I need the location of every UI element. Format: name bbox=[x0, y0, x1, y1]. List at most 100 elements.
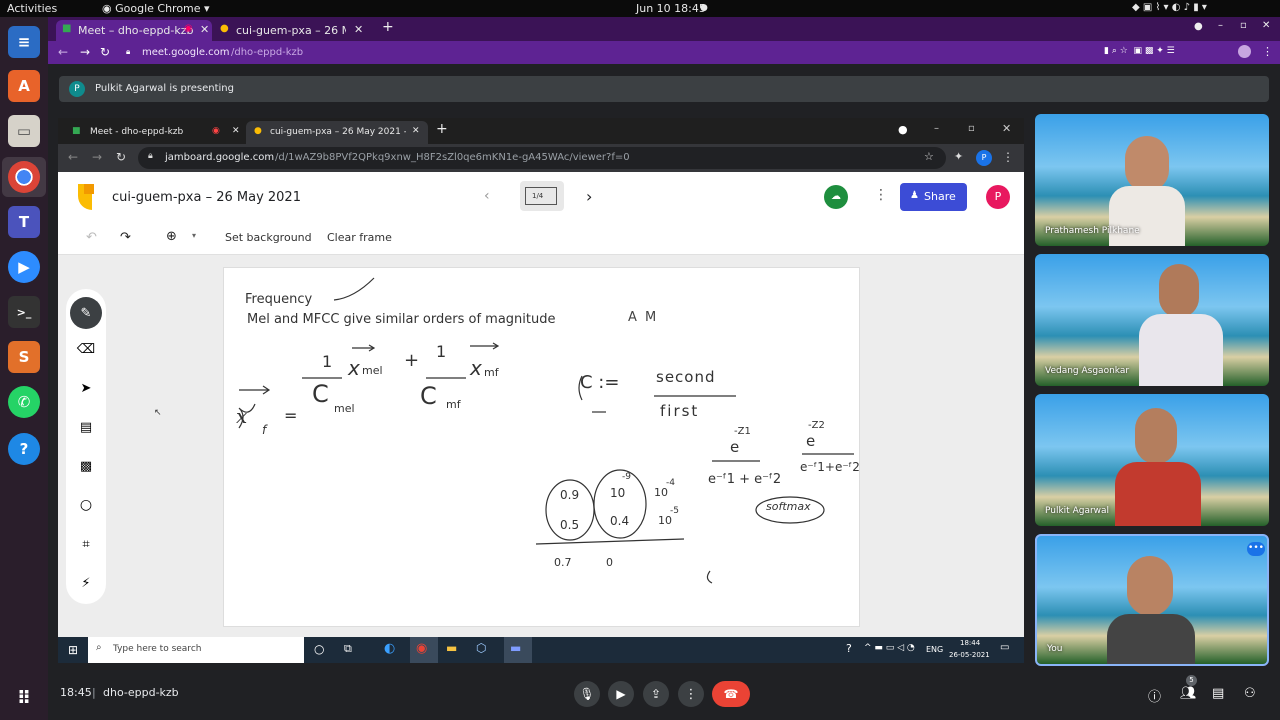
tab-search-icon[interactable]: ● bbox=[1194, 21, 1203, 32]
terminal-icon[interactable]: >_ bbox=[8, 296, 40, 328]
app-menu[interactable]: ◉ Google Chrome ▾ bbox=[102, 2, 210, 15]
jamboard-header: cui-guem-pxa – 26 May 2021 ‹ 1/4 › ☁ ⋮ ♟… bbox=[58, 172, 1024, 222]
col2-bottom: 0.4 bbox=[610, 514, 630, 528]
reload-icon[interactable]: ↻ bbox=[100, 45, 110, 59]
col2-top: 10 bbox=[610, 486, 626, 500]
e-z2-exp: -Z2 bbox=[808, 420, 825, 431]
back-icon: ← bbox=[68, 150, 79, 164]
taskbar-date: 26-05-2021 bbox=[949, 651, 990, 659]
frame-counter: 1/4 bbox=[532, 192, 544, 200]
xf-x: x bbox=[236, 404, 248, 428]
jamboard-logo-accent bbox=[84, 184, 94, 194]
x-mf: x bbox=[470, 356, 482, 380]
whatsapp-icon[interactable]: ✆ bbox=[8, 386, 40, 418]
outer-tab-strip: ■ Meet – dho-eppd-kzb ◉ ✕ ● cui-guem-pxa… bbox=[48, 17, 1280, 41]
participant-name: Pulkit Agarwal bbox=[1045, 506, 1110, 516]
participant-video-body bbox=[1109, 186, 1185, 246]
inner-tab-jamboard: ● cui-guem-pxa – 26 May 2021 - Goo ✕ bbox=[246, 121, 428, 144]
mel-mfcc-text: Mel and MFCC give similar orders of magn… bbox=[247, 312, 556, 327]
forward-icon[interactable]: → bbox=[80, 45, 90, 59]
meeting-separator: | bbox=[92, 686, 96, 699]
self-view-tile[interactable]: ••• You bbox=[1035, 534, 1269, 666]
activities-icon[interactable]: ⚇ bbox=[1244, 686, 1256, 701]
show-apps-icon[interactable]: ⠿ bbox=[8, 682, 40, 714]
inner-tab-meet-label: Meet - dho-eppd-kzb bbox=[90, 127, 184, 137]
app-menu-label: Google Chrome bbox=[115, 2, 201, 15]
star-icon: ☆ bbox=[924, 150, 934, 163]
tile-more-options-icon[interactable]: ••• bbox=[1247, 542, 1265, 556]
help-icon[interactable]: ? bbox=[8, 433, 40, 465]
inner-tab-meet: ■ Meet - dho-eppd-kzb ◉ ✕ bbox=[66, 121, 246, 144]
equals-sign: = bbox=[284, 406, 298, 425]
inner-menu-icon: ⋮ bbox=[1002, 150, 1014, 164]
close-icon: ✕ bbox=[412, 126, 420, 136]
files-icon[interactable]: ▭ bbox=[8, 115, 40, 147]
jamboard-avatar: P bbox=[986, 185, 1010, 209]
maximize-icon[interactable]: ▫ bbox=[1240, 20, 1247, 31]
e-z1-base: e bbox=[730, 438, 740, 456]
prev-frame-icon: ‹ bbox=[484, 188, 490, 204]
zoom-icon[interactable]: ▶ bbox=[8, 251, 40, 283]
minimize-icon[interactable]: – bbox=[1218, 20, 1223, 31]
more-options-icon: ⋮ bbox=[874, 187, 888, 203]
text-editor-icon[interactable]: ≡ bbox=[8, 26, 40, 58]
leave-call-button[interactable]: ☎ bbox=[712, 681, 750, 707]
microphone-button[interactable]: 🎙︎ bbox=[574, 681, 600, 707]
action-center-icon: ▭ bbox=[1000, 642, 1010, 653]
outer-omnibox[interactable]: meet.google.com /dho-eppd-kzb bbox=[122, 44, 1122, 61]
present-button[interactable]: ⇪ bbox=[643, 681, 669, 707]
numerator-2: 1 bbox=[436, 342, 447, 361]
participant-video-face bbox=[1159, 264, 1199, 318]
clock[interactable]: Jun 10 18:45 bbox=[636, 2, 706, 15]
mouse-cursor-icon: ↖ bbox=[154, 408, 162, 418]
tab-search-icon: ● bbox=[898, 123, 908, 136]
chat-icon[interactable]: ▤ bbox=[1212, 686, 1224, 701]
tray-icons[interactable]: ◆ ▣ ⌇ ▾ ◐ ♪ ▮ ▾ bbox=[1132, 2, 1207, 13]
new-tab-icon[interactable]: + bbox=[382, 19, 394, 35]
person-add-icon: ♟ bbox=[910, 190, 919, 201]
people-icon[interactable]: 👥︎ bbox=[1180, 686, 1197, 701]
share-button: ♟ Share bbox=[900, 183, 967, 211]
outer-toolbar-icons[interactable]: ▮ ⌕ ☆ ▣ ▩ ✦ ☰ bbox=[1104, 46, 1175, 56]
camera-button[interactable]: ▶ bbox=[608, 681, 634, 707]
jamboard-toolbar: ↶ ↷ ⊕ ▾ Set background Clear frame bbox=[58, 222, 1024, 255]
participant-name: Prathamesh Pilkhane bbox=[1045, 226, 1140, 236]
close-icon[interactable]: ✕ bbox=[200, 23, 209, 36]
x-mel: x bbox=[348, 356, 360, 380]
select-tool-icon: ➤ bbox=[80, 380, 92, 396]
activities-button[interactable]: Activities bbox=[7, 2, 57, 15]
chrome-icon[interactable] bbox=[8, 161, 40, 193]
close-icon: ✕ bbox=[232, 126, 240, 136]
participant-tile[interactable]: Pulkit Agarwal bbox=[1035, 394, 1269, 526]
laser-tool-icon: ⚡︎ bbox=[81, 575, 91, 591]
meet-favicon-icon: ■ bbox=[62, 23, 72, 34]
windows-start-icon: ⊞ bbox=[68, 643, 79, 657]
meeting-details-icon[interactable]: ⓘ bbox=[1148, 686, 1161, 705]
microphone-icon: 🎙︎ bbox=[579, 687, 595, 701]
participant-tile[interactable]: Prathamesh Pilkhane bbox=[1035, 114, 1269, 246]
eraser-tool-icon: ⌫ bbox=[76, 341, 96, 357]
participant-tile[interactable]: Vedang Asgaonkar bbox=[1035, 254, 1269, 386]
window-close-icon[interactable]: ✕ bbox=[1262, 20, 1270, 31]
meeting-time: 18:45 bbox=[60, 686, 92, 699]
close-icon[interactable]: ✕ bbox=[354, 23, 363, 36]
frequency-text: Frequency bbox=[245, 292, 313, 307]
tab-jamboard[interactable]: ● cui-guem-pxa – 26 May 20 ✕ bbox=[214, 20, 368, 41]
participant-video-body bbox=[1139, 314, 1223, 386]
inner-omnibox: 🔒︎ jamboard.google.com /d/1wAZ9b8PVf2QPk… bbox=[138, 147, 946, 169]
set-background-button: Set background bbox=[225, 231, 312, 244]
meet-favicon-icon: ■ bbox=[72, 126, 81, 136]
sublime-icon[interactable]: S bbox=[8, 341, 40, 373]
edge-icon: ◐ bbox=[384, 641, 396, 656]
window-close-icon: ✕ bbox=[1002, 122, 1012, 135]
software-center-icon[interactable]: A bbox=[8, 70, 40, 102]
back-icon[interactable]: ← bbox=[58, 45, 68, 59]
arrow-mf bbox=[470, 342, 500, 350]
share-label: Share bbox=[924, 190, 956, 203]
tab-meet[interactable]: ■ Meet – dho-eppd-kzb ◉ ✕ bbox=[56, 20, 212, 41]
outer-menu-icon[interactable]: ⋮ bbox=[1262, 45, 1273, 58]
more-options-button[interactable]: ⋮ bbox=[678, 681, 704, 707]
meeting-code: dho-eppd-kzb bbox=[103, 686, 179, 699]
profile-avatar[interactable] bbox=[1238, 45, 1251, 58]
teams-icon[interactable]: T bbox=[8, 206, 40, 238]
